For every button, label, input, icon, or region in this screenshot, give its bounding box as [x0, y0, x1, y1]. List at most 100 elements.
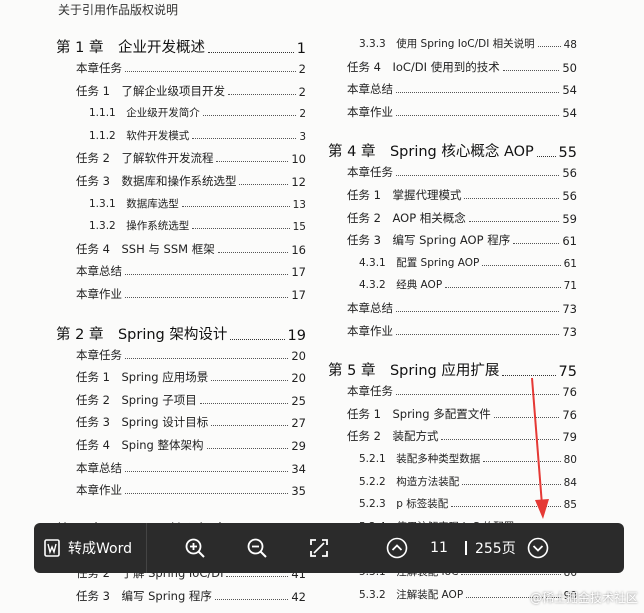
- toc-entry-title: 任务 3 Spring 设计目标: [76, 415, 209, 430]
- toc-entry-page: 56: [562, 189, 577, 203]
- toc-entry-page: 25: [291, 393, 306, 408]
- toc-entry-title: 本章任务: [76, 347, 122, 362]
- fullscreen-button[interactable]: [301, 530, 337, 566]
- toc-entry-title: 任务 3 编写 Spring 程序: [76, 589, 212, 603]
- toc-entry-title: 本章总结: [347, 301, 393, 315]
- toc-leader-dots: [537, 45, 561, 47]
- toc-entry-sub: 5.2.2 构造方法装配 84: [359, 474, 577, 489]
- toc-entry-page: 15: [292, 221, 306, 234]
- toc-entry-page: 35: [291, 484, 306, 499]
- toc-entry-title: 1.3.2 操作系统选型: [89, 220, 190, 233]
- toc-entry-page: 13: [292, 198, 306, 211]
- toc-entry-task: 任务 3 编写 Spring AOP 程序 61: [347, 232, 577, 248]
- toc-entry-task: 任务 2 了解软件开发流程 10: [76, 150, 306, 166]
- toc-leader-dots: [206, 447, 289, 449]
- toc-entry-page: 2: [298, 84, 306, 99]
- toc-entry-page: 54: [562, 83, 577, 98]
- toc-entry-title: 1.3.1 数据库选型: [89, 197, 179, 210]
- toc-entry-task: 任务 3 Spring 设计目标 27: [76, 414, 306, 430]
- toc-entry-title: 第 5 章 Spring 应用扩展: [328, 363, 500, 380]
- toc-entry-task: 任务 1 Spring 多配置文件 76: [347, 406, 577, 422]
- toc-leader-dots: [445, 286, 561, 289]
- toc-entry-task: 任务 1 掌握代理模式 56: [347, 187, 577, 203]
- toc-entry-title: 本章作业: [76, 287, 122, 301]
- toc-leader-dots: [239, 183, 289, 185]
- toc-entry-page: 2: [299, 108, 306, 121]
- toc-entry-sub: 1.1.2 软件开发模式 3: [89, 128, 306, 143]
- toc-entry-page: 27: [291, 416, 306, 431]
- toc-leader-dots: [192, 227, 290, 230]
- toc-entry-page: 55: [558, 145, 577, 162]
- convert-to-word-button[interactable]: 转成Word: [34, 523, 147, 573]
- toc-entry-page: 3: [299, 130, 306, 143]
- page-down-icon: [527, 537, 549, 559]
- toc-entry-page: 50: [562, 60, 577, 75]
- toc-entry-title: 本章任务: [347, 384, 393, 399]
- toc-leader-dots: [493, 416, 560, 418]
- toc-entry-chapter: 第 5 章 Spring 应用扩展 75: [328, 359, 577, 380]
- toc-entry-page: 48: [563, 39, 577, 51]
- toc-entry-title: 5.2.1 装配多种类型数据: [359, 453, 481, 465]
- toc-leader-dots: [502, 69, 560, 71]
- toc-entry-page: 1: [296, 41, 306, 57]
- previous-page-button[interactable]: [379, 530, 415, 566]
- toc-entry-chapter: 第 4 章 Spring 核心概念 AOP 55: [328, 140, 577, 161]
- toc-entry-task: 本章作业 35: [76, 482, 306, 498]
- toc-entry-task: 本章总结 17: [76, 263, 306, 279]
- toc-entry-page: 80: [563, 454, 577, 466]
- toc-entry-page: 16: [291, 242, 306, 257]
- toc-leader-dots: [214, 598, 289, 600]
- toc-entry-task: 本章作业 17: [76, 286, 306, 302]
- toc-entry-title: 任务 1 了解企业级项目开发: [76, 83, 225, 98]
- zoom-out-button[interactable]: [239, 530, 275, 566]
- toc-entry-title: 任务 1 Spring 应用场景: [76, 370, 209, 385]
- toc-entry-task: 本章任务 2: [76, 60, 306, 76]
- page-navigation: 11 255页: [379, 530, 556, 566]
- zoom-in-button[interactable]: [177, 530, 213, 566]
- toc-entry-title: 4.3.1 配置 Spring AOP: [359, 256, 480, 269]
- toc-entry-page: 84: [563, 476, 577, 489]
- toc-entry-page: 29: [291, 439, 306, 453]
- toc-entry-title: 第 4 章 Spring 核心概念 AOP: [328, 144, 534, 161]
- toc-leader-dots: [483, 460, 561, 462]
- toc-entry-title: 5.3.2 注解装配 AOP: [359, 588, 464, 601]
- toc-entry-title: 本章作业: [76, 483, 122, 498]
- toc-entry-page: 10: [291, 152, 306, 167]
- word-icon: [44, 539, 60, 557]
- toc-entry-page: 17: [291, 288, 306, 302]
- toc-leader-dots: [441, 438, 560, 441]
- toc-entry-title: 4.3.2 经典 AOP: [359, 279, 443, 292]
- toc-entry-title: 任务 2 装配方式: [347, 429, 439, 444]
- toc-entry-title: 本章作业: [347, 104, 393, 119]
- toc-entry-chapter: 第 1 章 企业开发概述 1: [56, 36, 306, 57]
- toc-entry-title: 本章总结: [76, 264, 122, 279]
- toc-entry-task: 本章作业 54: [347, 104, 577, 120]
- toc-entry-title: 任务 3 数据库和操作系统选型: [76, 174, 237, 188]
- toc-leader-dots: [199, 402, 289, 404]
- toc-leader-dots: [396, 310, 560, 312]
- toc-leader-dots: [125, 357, 289, 359]
- toc-entry-task: 任务 3 编写 Spring 程序 42: [76, 588, 306, 604]
- toc-entry-task: 任务 4 Sping 整体架构 29: [76, 437, 306, 453]
- page-header-note: 关于引用作品版权说明: [58, 3, 179, 17]
- toc-entry-title: 1.1.2 软件开发模式: [89, 129, 190, 142]
- page-separator: [464, 541, 467, 555]
- toc-entry-title: 1.1.1 企业级开发简介: [89, 107, 200, 120]
- toc-entry-page: 73: [562, 324, 577, 339]
- toc-entry-task: 任务 4 SSH 与 SSM 框架 16: [76, 241, 306, 257]
- toc-leader-dots: [396, 114, 560, 116]
- toc-leader-dots: [125, 492, 289, 495]
- toc-leader-dots: [125, 273, 289, 276]
- toc-entry-page: 76: [562, 385, 577, 400]
- current-page-input[interactable]: 11: [421, 540, 457, 556]
- toc-entry-sub: 5.2.3 p 标签装配 85: [359, 496, 577, 511]
- toc-entry-title: 任务 2 了解软件开发流程: [76, 151, 214, 166]
- toc-entry-task: 本章总结 54: [347, 81, 577, 97]
- toc-entry-task: 任务 2 Spring 子项目 25: [76, 392, 306, 408]
- toc-entry-page: 20: [291, 371, 306, 386]
- toc-entry-page: 61: [563, 257, 577, 270]
- zoom-out-icon: [247, 538, 267, 558]
- toc-entry-title: 任务 1 掌握代理模式: [347, 188, 462, 202]
- toc-entry-task: 任务 2 AOP 相关概念 59: [347, 210, 577, 226]
- next-page-button[interactable]: [520, 530, 556, 566]
